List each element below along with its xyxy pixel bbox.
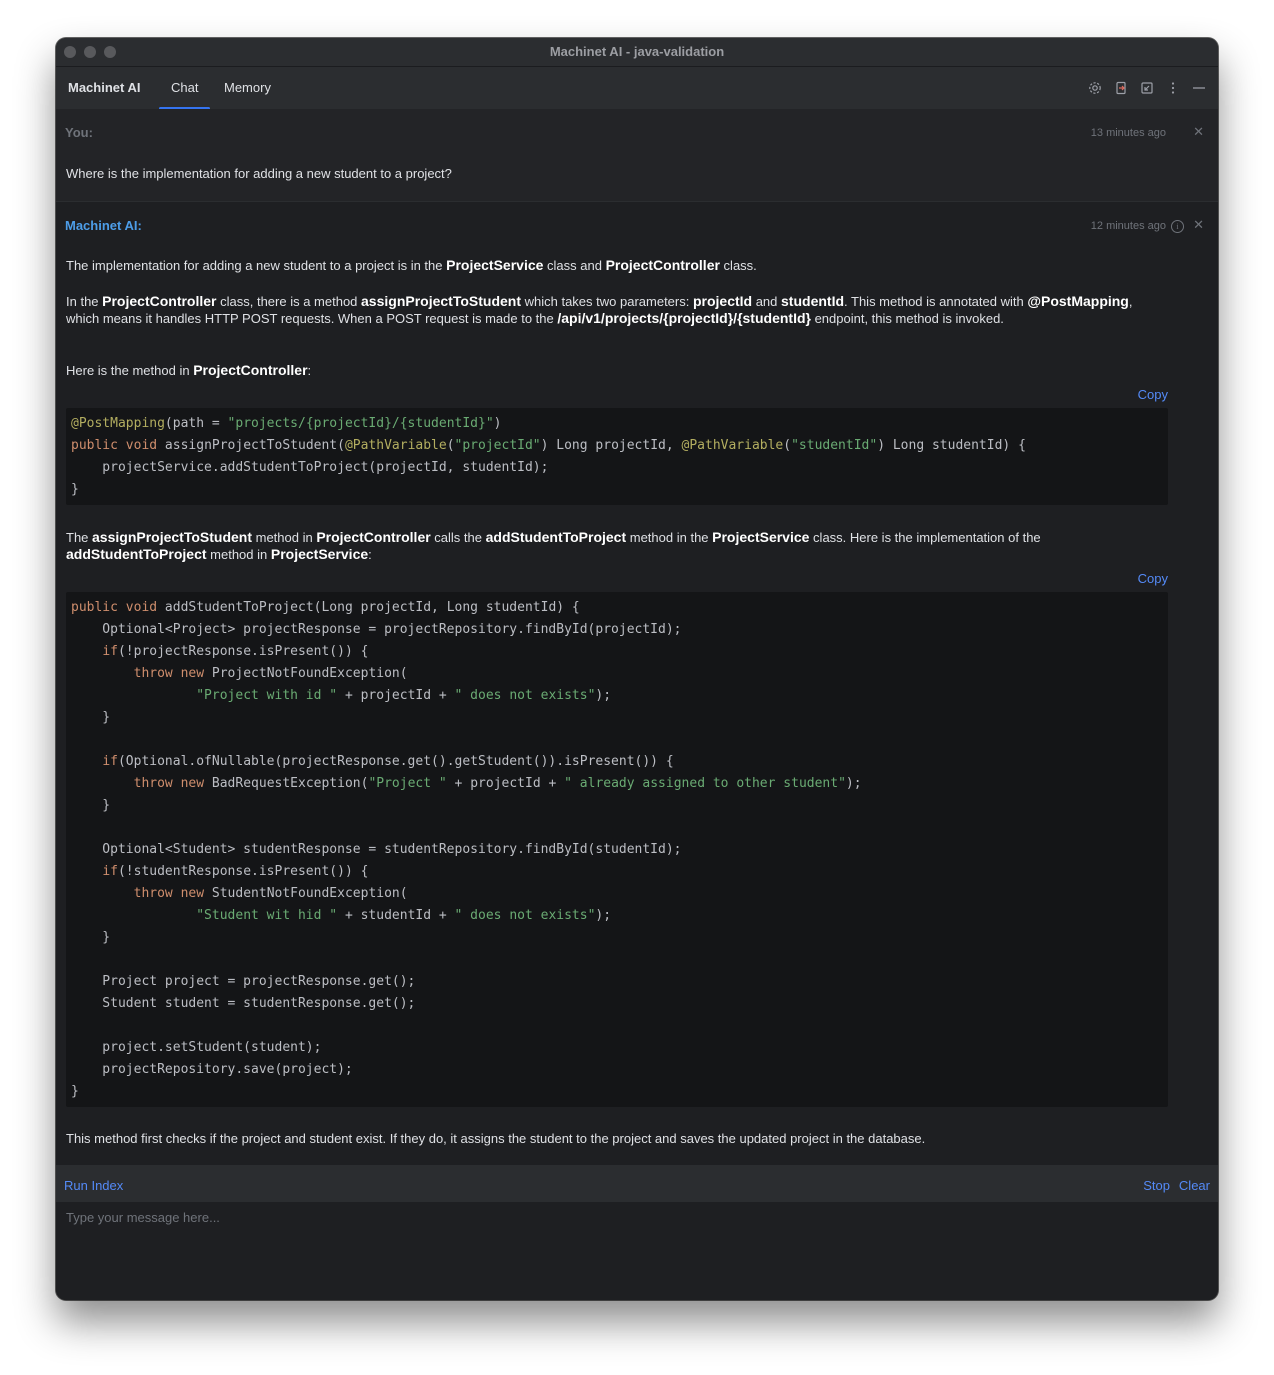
close-icon[interactable]: ✕: [1193, 217, 1204, 233]
user-message-time: 13 minutes ago: [1090, 127, 1166, 139]
ai-message-time: 12 minutes ago: [1090, 220, 1166, 232]
code-line: }: [71, 710, 111, 725]
run-index-button[interactable]: Run Index: [64, 1165, 123, 1207]
info-icon[interactable]: i: [1171, 220, 1184, 233]
ai-paragraph-5: This method first checks if the project …: [66, 1131, 926, 1146]
export-icon[interactable]: [1112, 79, 1130, 97]
copy-button[interactable]: Copy: [1138, 571, 1168, 586]
input-area: [56, 1202, 1218, 1300]
gear-icon[interactable]: [1086, 79, 1104, 97]
close-icon[interactable]: ✕: [1193, 124, 1204, 140]
user-message-text: Where is the implementation for adding a…: [66, 166, 452, 181]
code-line: projectRepository.save(project);: [71, 1062, 353, 1077]
code-line: Optional<Student> studentResponse = stud…: [71, 842, 682, 857]
code-line: }: [71, 1084, 79, 1099]
code-line: "Project with id " + projectId + " does …: [196, 688, 612, 703]
toolbar: Machinet AI Chat Memory: [56, 67, 1218, 110]
code-line: @PostMapping(path = "projects/{projectId…: [71, 416, 502, 431]
toolbar-icons: [1086, 79, 1208, 97]
stop-button[interactable]: Stop: [1143, 1165, 1170, 1207]
code-line: "Student wit hid " + studentId + " does …: [196, 908, 612, 923]
code-block-2: public void addStudentToProject(Long pro…: [66, 592, 1168, 1107]
ai-paragraph-3: Here is the method in ProjectController:: [66, 362, 312, 378]
code-line: if(Optional.ofNullable(projectResponse.g…: [102, 754, 674, 769]
code-line: throw new BadRequestException("Project "…: [133, 776, 862, 791]
code-line: throw new ProjectNotFoundException(: [133, 666, 408, 681]
more-icon[interactable]: [1164, 79, 1182, 97]
copy-button[interactable]: Copy: [1138, 387, 1168, 402]
code-line: throw new StudentNotFoundException(: [133, 886, 408, 901]
ai-paragraph-1: The implementation for adding a new stud…: [66, 257, 757, 273]
clear-button[interactable]: Clear: [1179, 1165, 1210, 1207]
code-line: }: [71, 798, 111, 813]
user-author: You:: [65, 125, 93, 140]
app-window: Machinet AI - java-validation Machinet A…: [56, 38, 1218, 1300]
code-line: projectService.addStudentToProject(proje…: [71, 460, 549, 475]
code-line: if(!projectResponse.isPresent()) {: [102, 644, 369, 659]
code-line: Student student = studentResponse.get();: [71, 996, 416, 1011]
tab-chat[interactable]: Chat: [158, 67, 212, 110]
ai-message: Machinet AI: 12 minutes ago i ✕ The impl…: [56, 202, 1218, 1164]
minimize-icon[interactable]: [1190, 79, 1208, 97]
title-bar: Machinet AI - java-validation: [56, 38, 1218, 67]
brand-title: Machinet AI: [68, 80, 141, 95]
message-input[interactable]: [64, 1206, 1208, 1228]
import-icon[interactable]: [1138, 79, 1156, 97]
window-title: Machinet AI - java-validation: [549, 44, 725, 59]
code-line: }: [71, 482, 79, 497]
tab-memory[interactable]: Memory: [224, 67, 271, 109]
code-line: }: [71, 930, 111, 945]
code-line: Optional<Project> projectResponse = proj…: [71, 622, 682, 637]
code-line: if(!studentResponse.isPresent()) {: [102, 864, 369, 879]
code-line: public void addStudentToProject(Long pro…: [71, 600, 580, 615]
code-line: Project project = projectResponse.get();: [71, 974, 416, 989]
code-line: project.setStudent(student);: [71, 1040, 322, 1055]
user-message: You: 13 minutes ago ✕ Where is the imple…: [56, 109, 1218, 202]
code-line: public void assignProjectToStudent(@Path…: [71, 438, 1026, 453]
code-block-1: @PostMapping(path = "projects/{projectId…: [66, 408, 1168, 505]
ai-paragraph-2: In the ProjectController class, there is…: [66, 293, 1133, 326]
ai-author: Machinet AI:: [65, 218, 142, 233]
ai-paragraph-4: The assignProjectToStudent method in Pro…: [66, 529, 1041, 562]
action-bar: Run Index Stop Clear: [56, 1165, 1218, 1202]
